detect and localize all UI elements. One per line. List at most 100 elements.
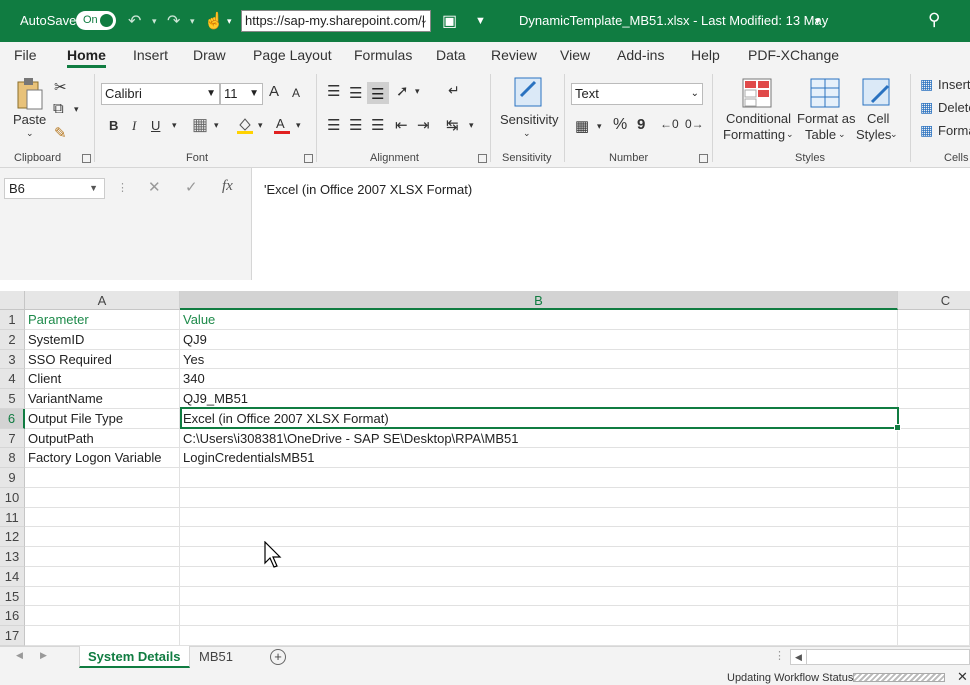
font-size-dropdown-icon[interactable]: ▼ (249, 84, 259, 104)
tab-insert[interactable]: Insert (133, 47, 168, 63)
cell-c[interactable] (898, 468, 970, 488)
tab-add-ins[interactable]: Add-ins (617, 47, 664, 63)
font-size-box[interactable]: 11 ▼ (220, 83, 263, 105)
accounting-format-icon[interactable]: ▦ (575, 117, 589, 135)
font-color-dropdown-icon[interactable]: ▾ (296, 120, 301, 131)
tab-review[interactable]: Review (491, 47, 537, 63)
tab-formulas[interactable]: Formulas (354, 47, 412, 63)
tab-help[interactable]: Help (691, 47, 720, 63)
alignment-launcher-icon[interactable] (478, 154, 487, 163)
cell-styles-icon[interactable] (862, 78, 892, 108)
format-cells-icon[interactable]: ▦ (920, 122, 933, 139)
row-header[interactable]: 6 (0, 408, 25, 429)
redo-icon[interactable]: ↷ (167, 11, 180, 31)
format-cells-button[interactable]: Format (938, 123, 970, 138)
cell-b[interactable]: 340 (180, 369, 898, 389)
cell-c[interactable] (898, 389, 970, 409)
scroll-left-icon[interactable]: ◀ (791, 650, 807, 664)
cell-a[interactable]: SystemID (25, 329, 180, 350)
cell-a[interactable] (25, 507, 180, 528)
number-launcher-icon[interactable] (699, 154, 708, 163)
row-header[interactable]: 9 (0, 468, 25, 488)
save-icon[interactable]: ▣ (442, 11, 457, 31)
cell-a[interactable] (25, 606, 180, 626)
insert-cells-button[interactable]: Insert (938, 77, 970, 92)
sensitivity-dropdown-icon[interactable]: ⌄ (523, 128, 531, 139)
cell-styles-button[interactable]: Cell (867, 111, 889, 126)
underline-dropdown-icon[interactable]: ▾ (172, 120, 177, 131)
format-as-table-button[interactable]: Format as (797, 111, 856, 126)
bottom-align-icon[interactable]: ☰ (367, 82, 389, 104)
tab-splitter-icon[interactable]: ⋮ (774, 649, 785, 662)
worksheet-grid[interactable]: A B C 1 Parameter Value 2 SystemID QJ9 3 SSO Re… (0, 291, 970, 646)
decrease-decimal-icon[interactable]: 0→ (685, 117, 704, 131)
cell-b[interactable]: Excel (in Office 2007 XLSX Format) (180, 408, 898, 429)
top-align-icon[interactable]: ☰ (327, 82, 340, 100)
cell-b[interactable] (180, 606, 898, 626)
search-icon[interactable]: ⚲ (928, 10, 940, 30)
cell-b[interactable] (180, 507, 898, 528)
row-header[interactable]: 8 (0, 448, 25, 468)
cell-c[interactable] (898, 547, 970, 567)
tab-draw[interactable]: Draw (193, 47, 226, 63)
add-sheet-icon[interactable]: + (270, 649, 286, 665)
font-color-icon[interactable]: A (273, 116, 291, 134)
cell-b[interactable]: C:\Users\i308381\OneDrive - SAP SE\Deskt… (180, 428, 898, 449)
cell-a[interactable]: Parameter (25, 310, 180, 330)
cell-c[interactable] (898, 606, 970, 626)
cut-icon[interactable]: ✂ (54, 78, 67, 96)
column-header-c[interactable]: C (898, 291, 970, 310)
row-header[interactable]: 15 (0, 586, 25, 607)
delete-cells-icon[interactable]: ▦ (920, 99, 933, 116)
cell-c[interactable] (898, 349, 970, 370)
cell-c[interactable] (898, 329, 970, 350)
cell-b[interactable]: LoginCredentialsMB51 (180, 448, 898, 468)
tab-home[interactable]: Home (67, 47, 106, 68)
row-header[interactable]: 12 (0, 527, 25, 547)
tab-page-layout[interactable]: Page Layout (253, 47, 332, 63)
column-header-a[interactable]: A (25, 291, 180, 310)
cell-c[interactable] (898, 507, 970, 528)
conditional-formatting-button[interactable]: Conditional (726, 111, 791, 126)
scroll-tabs-left-icon[interactable]: ◀ (16, 650, 23, 661)
conditional-dropdown-icon[interactable]: ⌄ (786, 129, 794, 140)
cell-b[interactable] (180, 547, 898, 567)
url-dropdown-icon[interactable]: ⌄ (420, 11, 428, 31)
row-header[interactable]: 11 (0, 507, 25, 528)
bold-button[interactable]: B (109, 118, 118, 133)
cell-b[interactable] (180, 626, 898, 646)
cell-c[interactable] (898, 566, 970, 587)
borders-dropdown-icon[interactable]: ▾ (214, 120, 219, 131)
fill-color-icon[interactable] (236, 116, 254, 134)
cancel-entry-icon[interactable]: ✕ (148, 178, 161, 196)
increase-font-icon[interactable]: A (269, 83, 279, 100)
confirm-entry-icon[interactable]: ✓ (185, 178, 198, 196)
sensitivity-icon[interactable] (513, 74, 545, 108)
undo-dropdown-icon[interactable]: ▾ (152, 16, 157, 27)
conditional-formatting-icon[interactable] (742, 78, 772, 108)
format-table-dropdown-icon[interactable]: ⌄ (838, 129, 846, 140)
cell-a[interactable] (25, 487, 180, 508)
cell-a[interactable]: VariantName (25, 389, 180, 409)
cell-c[interactable] (898, 408, 970, 429)
row-header[interactable]: 10 (0, 487, 25, 508)
underline-button[interactable]: U (151, 118, 160, 133)
touch-mode-icon[interactable]: ☝ (204, 11, 224, 31)
align-right-icon[interactable]: ☰ (371, 116, 384, 134)
cell-c[interactable] (898, 428, 970, 449)
sheet-tab-mb51[interactable]: MB51 (191, 646, 241, 668)
tab-data[interactable]: Data (436, 47, 466, 63)
cell-b[interactable]: Value (180, 310, 898, 330)
cell-c[interactable] (898, 487, 970, 508)
row-header[interactable]: 4 (0, 369, 25, 389)
cell-b[interactable] (180, 527, 898, 547)
accounting-dropdown-icon[interactable]: ▾ (597, 121, 602, 132)
delete-cells-button[interactable]: Delete (938, 100, 970, 115)
font-name-box[interactable]: Calibri ▼ (101, 83, 220, 105)
cell-a[interactable]: Factory Logon Variable (25, 448, 180, 468)
tab-view[interactable]: View (560, 47, 590, 63)
cell-b[interactable] (180, 586, 898, 607)
number-format-box[interactable]: Text ⌄ (571, 83, 703, 105)
cell-a[interactable] (25, 586, 180, 607)
increase-indent-icon[interactable]: ⇥ (417, 116, 430, 134)
